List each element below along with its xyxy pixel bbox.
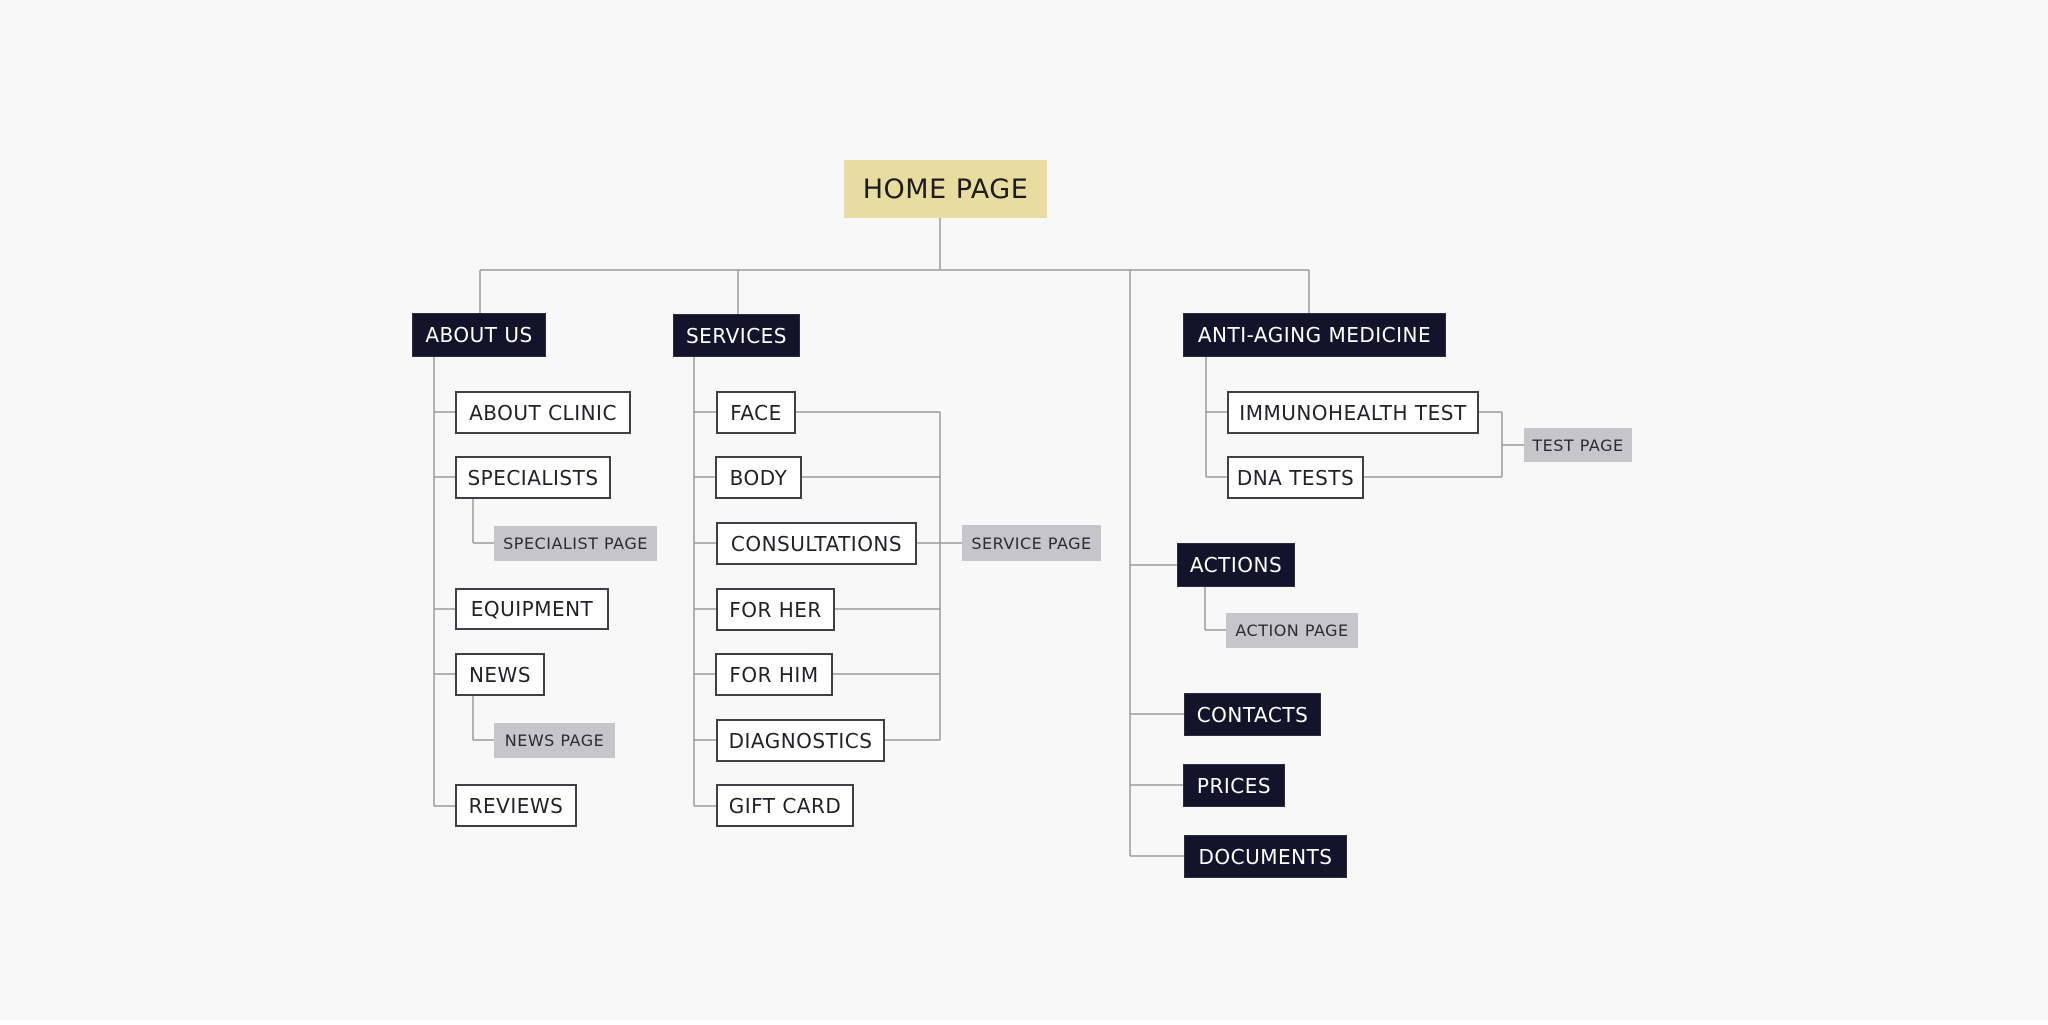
immunohealth-test-node[interactable]: IMMUNOHEALTH TEST	[1227, 391, 1479, 434]
specialists-node[interactable]: SPECIALISTS	[455, 456, 611, 499]
gift-card-node[interactable]: GIFT CARD	[716, 784, 854, 827]
about-us-node[interactable]: ABOUT US	[412, 313, 546, 357]
dna-tests-node[interactable]: DNA TESTS	[1227, 456, 1364, 499]
equipment-node[interactable]: EQUIPMENT	[455, 588, 609, 630]
home-page-node[interactable]: HOME PAGE	[844, 160, 1047, 218]
documents-node[interactable]: DOCUMENTS	[1184, 835, 1347, 878]
consultations-node[interactable]: CONSULTATIONS	[716, 522, 917, 565]
news-node[interactable]: NEWS	[455, 653, 545, 696]
service-page-template[interactable]: SERVICE PAGE	[962, 525, 1101, 561]
action-page-template[interactable]: ACTION PAGE	[1226, 613, 1358, 648]
face-node[interactable]: FACE	[716, 391, 796, 434]
for-him-node[interactable]: FOR HIM	[715, 653, 833, 696]
news-page-template[interactable]: NEWS PAGE	[494, 723, 615, 758]
for-her-node[interactable]: FOR HER	[716, 588, 835, 631]
anti-aging-medicine-node[interactable]: ANTI-AGING MEDICINE	[1183, 313, 1446, 357]
prices-node[interactable]: PRICES	[1183, 764, 1285, 807]
specialist-page-template[interactable]: SPECIALIST PAGE	[494, 526, 657, 561]
contacts-node[interactable]: CONTACTS	[1184, 693, 1321, 736]
body-node[interactable]: BODY	[715, 456, 802, 499]
actions-node[interactable]: ACTIONS	[1177, 543, 1295, 587]
test-page-template[interactable]: TEST PAGE	[1524, 428, 1632, 462]
reviews-node[interactable]: REVIEWS	[455, 784, 577, 827]
services-node[interactable]: SERVICES	[673, 314, 800, 357]
about-clinic-node[interactable]: ABOUT CLINIC	[455, 391, 631, 434]
diagnostics-node[interactable]: DIAGNOSTICS	[716, 719, 885, 762]
connector-lines	[433, 218, 1524, 857]
